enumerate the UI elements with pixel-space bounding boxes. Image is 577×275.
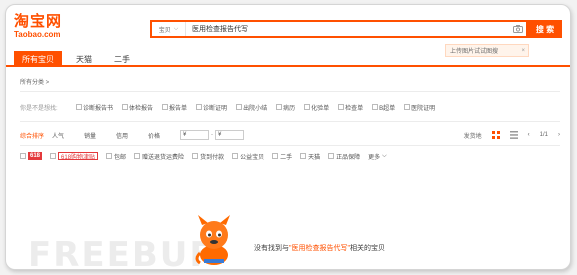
next-page-icon[interactable]: › xyxy=(558,132,560,138)
price-max-input[interactable]: ¥ xyxy=(215,130,244,140)
service-618[interactable]: 618 xyxy=(20,152,43,160)
logo-en: Taobao.com xyxy=(14,30,61,39)
sort-price[interactable]: 价格 xyxy=(148,131,180,140)
checkbox-icon xyxy=(372,104,379,110)
browser-frame: 淘宝网 Taobao.com 宝贝 ⌵ 搜 索 上传图片试试图搜 × 所有宝贝 … xyxy=(5,4,571,270)
search-box: 宝贝 ⌵ xyxy=(150,20,528,38)
divider xyxy=(20,121,560,122)
service-618-allowance[interactable]: 618购物津贴 xyxy=(50,152,99,161)
empty-result-message: 没有找到与 "医用检查报告代写" 相关的宝贝 xyxy=(254,243,385,253)
chevron-down-icon: ⌵ xyxy=(173,25,179,32)
watermark: FREEBUF xyxy=(28,235,215,270)
service-genuine[interactable]: 正品保障 xyxy=(328,152,360,161)
service-tmall[interactable]: 天猫 xyxy=(300,152,320,161)
checkbox-icon xyxy=(328,153,335,159)
checkbox-icon xyxy=(122,104,129,110)
checkbox-icon xyxy=(276,104,283,110)
search-input[interactable] xyxy=(186,22,510,36)
checkbox-icon xyxy=(304,104,311,110)
sort-bar: 综合排序 人气 销量 信用 价格 ¥ - ¥ 发货地 ‹ 1/1 › xyxy=(20,128,560,142)
checkbox-icon xyxy=(272,153,279,159)
filter-item[interactable]: 病历 xyxy=(276,103,295,112)
taobao-logo[interactable]: 淘宝网 Taobao.com xyxy=(14,14,82,40)
checkbox-icon xyxy=(236,104,243,110)
sort-credit[interactable]: 信用 xyxy=(116,131,148,140)
checkbox-icon xyxy=(162,104,169,110)
empty-query: "医用检查报告代写" xyxy=(289,245,350,252)
related-filter-row: 你是不是想找: 诊断报告书 体检报告 报告单 诊断证明 出院小结 病历 化验单 … xyxy=(20,101,560,113)
checkbox-icon xyxy=(20,153,26,159)
camera-icon[interactable] xyxy=(510,22,526,36)
checkbox-icon xyxy=(50,153,57,159)
empty-prefix: 没有找到与 xyxy=(254,245,289,252)
grid-view-icon[interactable] xyxy=(491,131,500,139)
breadcrumb[interactable]: 所有分类 > xyxy=(20,77,49,86)
search-tabs: 所有宝贝 天猫 二手 xyxy=(6,51,570,67)
search-type-label: 宝贝 xyxy=(158,27,171,34)
divider xyxy=(20,91,560,92)
checkbox-icon xyxy=(106,153,113,159)
filter-item[interactable]: 出院小结 xyxy=(236,103,267,112)
filter-label: 你是不是想找: xyxy=(20,105,58,112)
price-min-input[interactable]: ¥ xyxy=(180,130,209,140)
more-services[interactable]: 更多 ⌵ xyxy=(368,152,387,161)
prev-page-icon[interactable]: ‹ xyxy=(528,132,530,138)
filter-item[interactable]: B超单 xyxy=(372,103,395,112)
service-filter-row: 618 618购物津贴 包邮 赠送退货运费险 货到付款 公益宝贝 二手 天猫 正… xyxy=(20,151,560,161)
tab-all[interactable]: 所有宝贝 xyxy=(14,51,62,67)
search-type-dropdown[interactable]: 宝贝 ⌵ xyxy=(152,22,186,36)
tab-tmall[interactable]: 天猫 xyxy=(68,51,100,67)
checkbox-icon xyxy=(76,104,82,110)
checkbox-icon xyxy=(338,104,345,110)
divider xyxy=(20,145,560,146)
sort-sales[interactable]: 销量 xyxy=(84,131,116,140)
checkbox-icon xyxy=(192,153,199,159)
filter-item[interactable]: 报告单 xyxy=(162,103,187,112)
empty-suffix: 相关的宝贝 xyxy=(349,245,385,252)
view-tools: 发货地 ‹ 1/1 › xyxy=(464,128,560,142)
page-indicator: 1/1 xyxy=(539,132,548,138)
price-dash: - xyxy=(211,132,213,138)
sort-default[interactable]: 综合排序 xyxy=(20,131,52,140)
chevron-down-icon: ⌵ xyxy=(382,152,387,159)
filter-item[interactable]: 医院证明 xyxy=(404,103,435,112)
filter-item[interactable]: 化验单 xyxy=(304,103,329,112)
search-button[interactable]: 搜 索 xyxy=(528,20,562,38)
checkbox-icon xyxy=(232,153,239,159)
checkbox-icon xyxy=(300,153,307,159)
filter-item[interactable]: 检查单 xyxy=(338,103,363,112)
checkbox-icon xyxy=(196,104,203,110)
logo-cn: 淘宝网 xyxy=(14,13,63,30)
service-secondhand[interactable]: 二手 xyxy=(272,152,292,161)
sort-popularity[interactable]: 人气 xyxy=(52,131,84,140)
checkbox-icon xyxy=(404,104,411,110)
service-charity[interactable]: 公益宝贝 xyxy=(232,152,264,161)
region-dropdown[interactable]: 发货地 xyxy=(464,131,482,140)
tab-secondhand[interactable]: 二手 xyxy=(106,51,138,67)
checkbox-icon xyxy=(134,153,141,159)
filter-item[interactable]: 体检报告 xyxy=(122,103,153,112)
mascot-icon xyxy=(194,215,234,269)
service-free-shipping[interactable]: 包邮 xyxy=(106,152,126,161)
service-return-insurance[interactable]: 赠送退货运费险 xyxy=(134,152,184,161)
list-view-icon[interactable] xyxy=(509,131,518,139)
filter-item[interactable]: 诊断证明 xyxy=(196,103,227,112)
filter-item[interactable]: 诊断报告书 xyxy=(76,103,113,112)
service-cod[interactable]: 货到付款 xyxy=(192,152,224,161)
